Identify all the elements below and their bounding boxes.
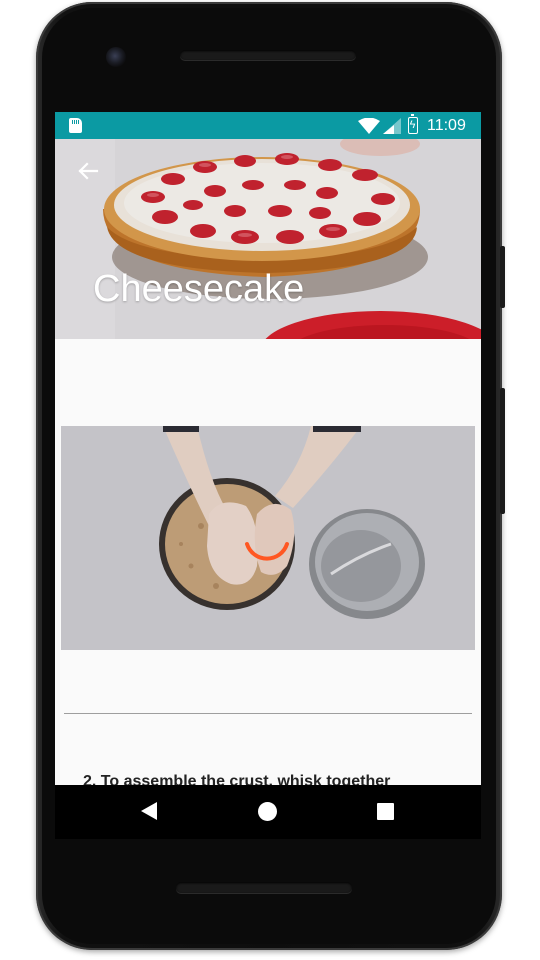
recipe-header-image: Cheesecake xyxy=(55,139,481,339)
back-triangle-icon[interactable] xyxy=(141,802,157,820)
recipe-title: Cheesecake xyxy=(93,268,305,310)
earpiece-speaker xyxy=(180,50,356,60)
sd-card-icon xyxy=(69,118,82,133)
step-description: 2. To assemble the crust, whisk together xyxy=(83,773,391,785)
signal-icon xyxy=(383,118,401,134)
status-time: 11:09 xyxy=(427,117,466,134)
back-button[interactable] xyxy=(73,156,103,186)
power-button xyxy=(500,246,505,308)
navigation-bar xyxy=(55,785,481,839)
wifi-icon xyxy=(358,118,380,134)
front-camera xyxy=(106,47,126,67)
step-video-player[interactable] xyxy=(61,426,475,650)
arrow-left-icon xyxy=(78,162,99,180)
app-screen: ϟ 11:09 Cheesecake 2. To assemble the cr… xyxy=(55,112,481,785)
volume-button xyxy=(500,388,505,514)
battery-charging-icon: ϟ xyxy=(408,114,418,134)
status-bar: ϟ 11:09 xyxy=(55,112,481,139)
bottom-speaker xyxy=(176,882,352,893)
step-video-frame xyxy=(61,426,475,650)
home-circle-icon[interactable] xyxy=(258,802,277,821)
divider xyxy=(64,713,472,714)
recents-square-icon[interactable] xyxy=(377,803,394,820)
